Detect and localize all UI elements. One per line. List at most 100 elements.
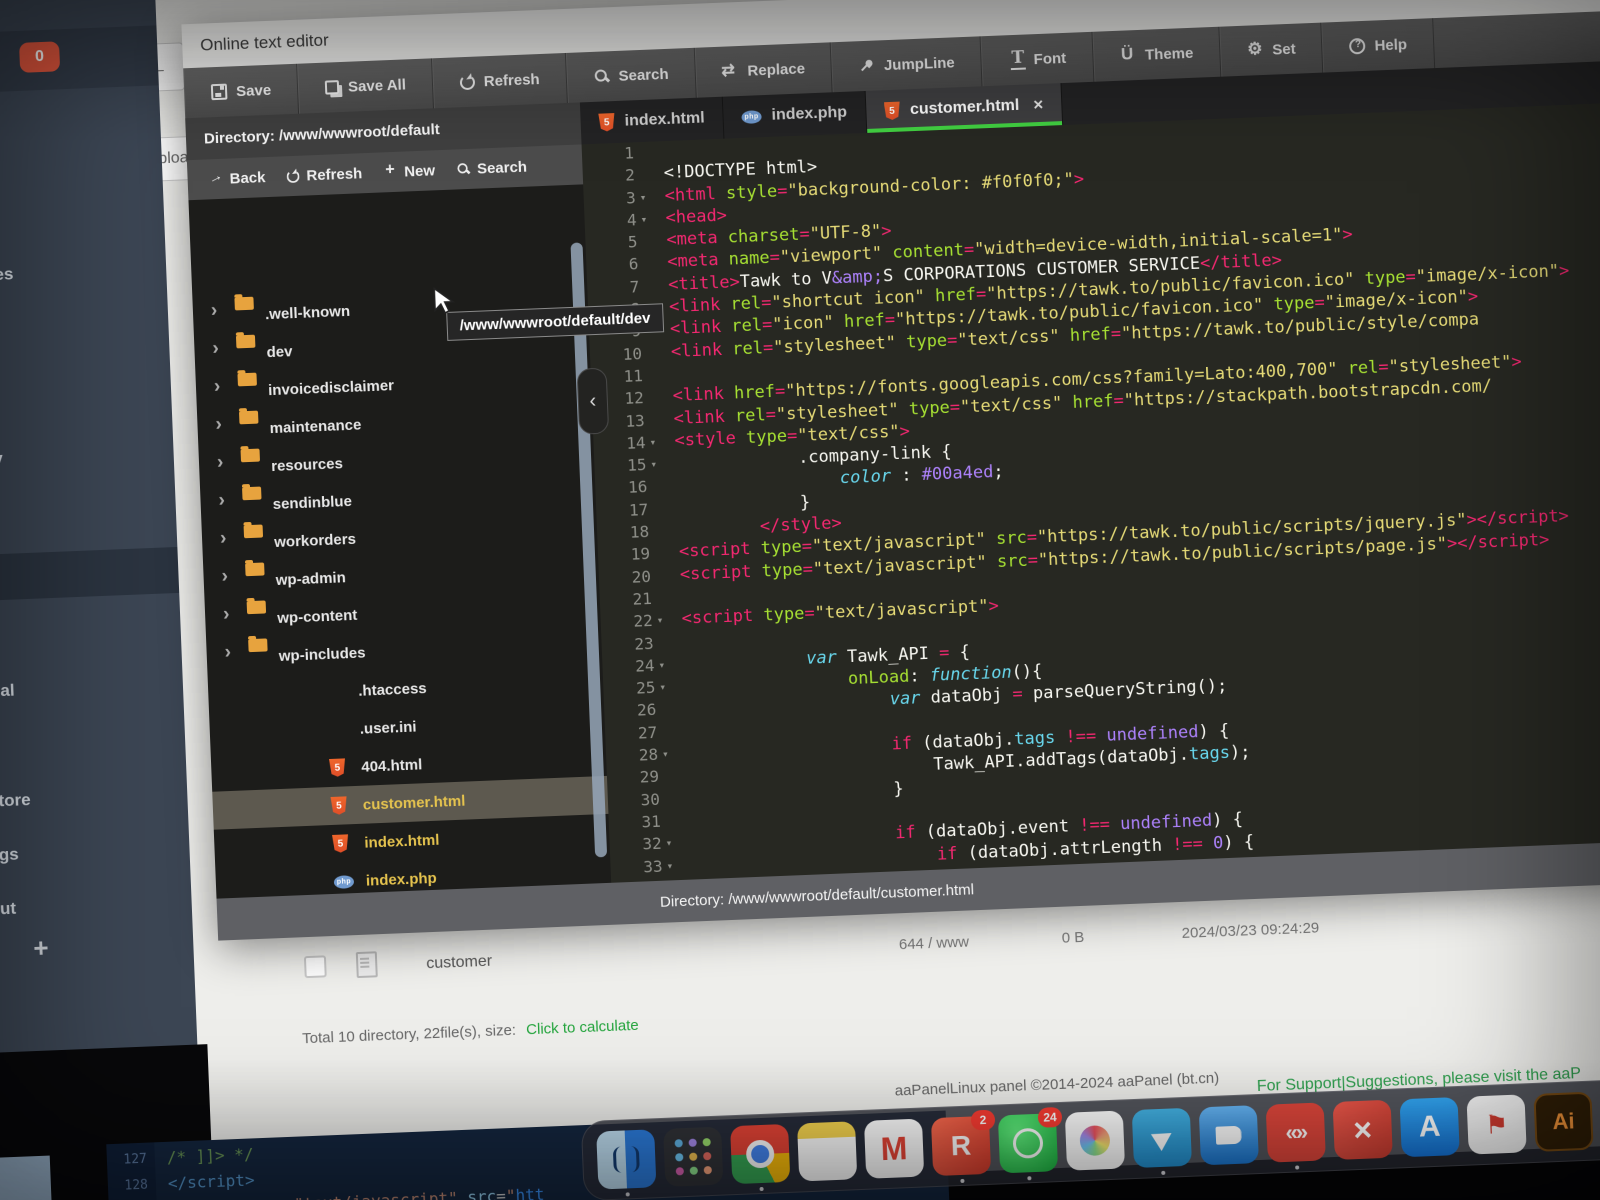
folder-icon xyxy=(236,335,256,349)
sidebar-add-button[interactable]: + xyxy=(33,932,49,964)
theme-button[interactable]: Theme xyxy=(1092,27,1221,82)
file-modified: 2024/03/23 09:24:29 xyxy=(1181,919,1319,942)
folder-name: sendinblue xyxy=(272,492,352,512)
fold-arrow-icon[interactable]: ▾ xyxy=(650,457,667,471)
line-number: 31 xyxy=(608,812,661,833)
replace-button[interactable]: Replace xyxy=(695,42,833,97)
fold-arrow-icon[interactable]: ▾ xyxy=(666,858,683,872)
dock-app-photos[interactable] xyxy=(1065,1110,1125,1170)
dock-app-app-store[interactable] xyxy=(1400,1097,1460,1157)
fold-arrow-icon xyxy=(644,301,660,302)
dock-app-remote-1[interactable] xyxy=(1266,1102,1326,1162)
folder-icon xyxy=(234,297,254,311)
sidebar-item-cron[interactable]: Cron xyxy=(0,717,186,776)
chevron-right-icon[interactable]: › xyxy=(223,604,230,626)
tab-index-html[interactable]: 5index.html xyxy=(580,97,725,145)
fold-arrow-icon xyxy=(657,636,673,637)
folder-name: maintenance xyxy=(269,416,361,437)
fold-arrow-icon[interactable]: ▾ xyxy=(640,212,657,226)
toolbar-button-label: Set xyxy=(1272,40,1296,58)
folder-name: wp-content xyxy=(277,606,358,626)
save-button[interactable]: Save xyxy=(183,64,299,119)
tree-action-label: Search xyxy=(477,158,528,177)
fold-arrow-icon[interactable]: ▾ xyxy=(639,190,656,204)
line-number: 127 xyxy=(107,1152,148,1169)
window-title: Online text editor xyxy=(200,30,329,55)
sidebar-item-settings[interactable]: Settings xyxy=(0,825,190,884)
message-badge[interactable]: 0 xyxy=(19,41,60,73)
toolbar-button-label: Font xyxy=(1033,49,1066,67)
sidebar-item-app-store[interactable]: App Store xyxy=(0,771,188,830)
jumpline-button[interactable]: JumpLine xyxy=(831,36,983,92)
tab-index-php[interactable]: phpindex.php xyxy=(723,91,867,139)
chevron-right-icon[interactable]: › xyxy=(217,452,224,474)
fold-arrow-icon[interactable]: ▾ xyxy=(658,658,675,672)
html-file-icon: 5 xyxy=(884,102,901,121)
fold-arrow-icon xyxy=(653,524,669,525)
save-all-icon xyxy=(325,80,340,95)
tree-collapse-handle[interactable]: ‹ xyxy=(577,368,610,435)
chevron-right-icon[interactable]: › xyxy=(218,490,225,512)
dock-app-gmail[interactable] xyxy=(864,1119,924,1179)
dock-app-remote-2[interactable] xyxy=(1333,1100,1393,1160)
sidebar-item-docker[interactable]: Docker xyxy=(0,307,170,366)
save-all-button[interactable]: Save All xyxy=(297,58,434,113)
fold-arrow-icon[interactable]: ▾ xyxy=(656,613,673,627)
set-button[interactable]: Set xyxy=(1219,23,1323,77)
html-file-icon: 5 xyxy=(329,758,346,777)
folder-name: wp-admin xyxy=(275,569,346,589)
dock-app-r-app[interactable]: 2 xyxy=(931,1116,991,1176)
dock-app-books[interactable] xyxy=(1199,1105,1259,1165)
refresh-icon xyxy=(460,74,476,90)
row-checkbox[interactable] xyxy=(304,955,327,978)
fold-arrow-icon[interactable]: ▾ xyxy=(659,680,676,694)
sidebar-item-monitor[interactable]: Monitor xyxy=(0,369,172,428)
sidebar-item-terminal[interactable]: Terminal xyxy=(0,661,184,720)
line-number: 7 xyxy=(587,277,640,298)
code-editor[interactable]: 12<!DOCTYPE html>3▾<html style="backgrou… xyxy=(582,98,1600,883)
file-permission: 644 / www xyxy=(899,934,970,954)
dock-app-chrome[interactable] xyxy=(730,1124,790,1184)
file-name: customer.html xyxy=(363,792,466,813)
tree-action-refresh[interactable]: Refresh xyxy=(285,165,362,185)
dock-app-whatsapp[interactable]: 24 xyxy=(998,1113,1058,1173)
dock-app-telegram[interactable] xyxy=(1132,1108,1192,1168)
sidebar-item-log-out[interactable]: Log out xyxy=(0,879,193,938)
dock-app-finder[interactable] xyxy=(596,1129,656,1189)
chevron-right-icon[interactable]: › xyxy=(212,338,219,360)
sidebar-item-website[interactable]: Website xyxy=(0,115,162,174)
dock-app-illustrator[interactable] xyxy=(1533,1092,1593,1152)
search-button[interactable]: Search xyxy=(566,48,697,103)
fold-arrow-icon xyxy=(664,792,680,793)
line-number: 23 xyxy=(601,633,654,654)
sidebar-item-logs[interactable]: Logs xyxy=(0,605,182,664)
refresh-button[interactable]: Refresh xyxy=(432,53,568,108)
fold-arrow-icon[interactable]: ▾ xyxy=(649,435,666,449)
chevron-right-icon[interactable]: › xyxy=(224,642,231,664)
sidebar-item-databases[interactable]: Databases xyxy=(0,245,167,304)
chevron-right-icon[interactable]: › xyxy=(211,300,218,322)
sidebar-item-files[interactable]: Files xyxy=(0,547,179,606)
dock-app-canva[interactable] xyxy=(1466,1094,1526,1154)
tree-action-new[interactable]: New xyxy=(382,162,435,181)
chevron-right-icon[interactable]: › xyxy=(220,528,227,550)
search-icon xyxy=(456,162,470,176)
code-text: </script> xyxy=(168,1170,255,1192)
sidebar-item-security[interactable]: Security xyxy=(0,429,174,488)
tree-action-search[interactable]: Search xyxy=(455,158,528,178)
dock-app-notes[interactable] xyxy=(797,1121,857,1181)
chevron-right-icon[interactable]: › xyxy=(221,566,228,588)
tree-action-back[interactable]: Back xyxy=(207,169,265,188)
close-icon[interactable]: × xyxy=(1033,95,1044,115)
chevron-right-icon[interactable]: › xyxy=(214,376,221,398)
running-indicator xyxy=(960,1179,964,1183)
fold-arrow-icon[interactable]: ▾ xyxy=(665,836,682,850)
chevron-right-icon[interactable]: › xyxy=(215,414,222,436)
sidebar-item-waf[interactable]: WAF xyxy=(0,489,177,548)
folder-icon xyxy=(242,487,262,501)
help-button[interactable]: Help xyxy=(1322,18,1435,72)
font-button[interactable]: Font xyxy=(981,32,1094,86)
replace-icon xyxy=(722,63,739,80)
dock-app-launchpad[interactable] xyxy=(663,1127,723,1187)
fold-arrow-icon[interactable]: ▾ xyxy=(662,747,679,761)
